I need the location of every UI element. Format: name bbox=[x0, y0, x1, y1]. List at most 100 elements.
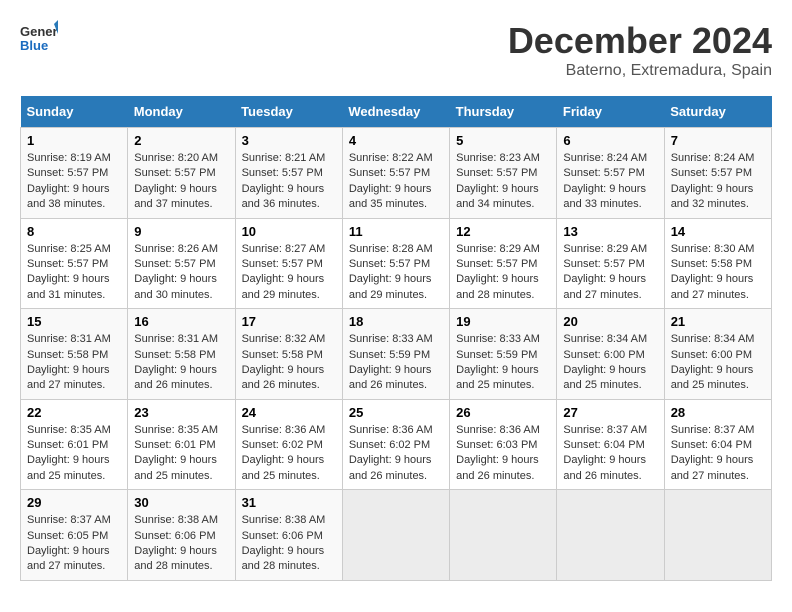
calendar-cell: 22 Sunrise: 8:35 AM Sunset: 6:01 PM Dayl… bbox=[21, 399, 128, 490]
header-row: SundayMondayTuesdayWednesdayThursdayFrid… bbox=[21, 96, 772, 128]
day-info: Sunrise: 8:31 AM Sunset: 5:58 PM Dayligh… bbox=[134, 332, 228, 394]
header-day-monday: Monday bbox=[128, 96, 235, 128]
day-number: 9 bbox=[134, 224, 228, 239]
day-number: 30 bbox=[134, 495, 228, 510]
day-info: Sunrise: 8:35 AM Sunset: 6:01 PM Dayligh… bbox=[134, 423, 228, 485]
calendar-cell: 18 Sunrise: 8:33 AM Sunset: 5:59 PM Dayl… bbox=[342, 309, 449, 400]
day-number: 21 bbox=[671, 314, 765, 329]
day-info: Sunrise: 8:27 AM Sunset: 5:57 PM Dayligh… bbox=[242, 242, 336, 304]
calendar-table: SundayMondayTuesdayWednesdayThursdayFrid… bbox=[20, 96, 772, 581]
calendar-cell: 27 Sunrise: 8:37 AM Sunset: 6:04 PM Dayl… bbox=[557, 399, 664, 490]
calendar-cell: 25 Sunrise: 8:36 AM Sunset: 6:02 PM Dayl… bbox=[342, 399, 449, 490]
logo-svg: General Blue bbox=[20, 20, 58, 58]
day-info: Sunrise: 8:32 AM Sunset: 5:58 PM Dayligh… bbox=[242, 332, 336, 394]
day-info: Sunrise: 8:36 AM Sunset: 6:02 PM Dayligh… bbox=[242, 423, 336, 485]
header-day-friday: Friday bbox=[557, 96, 664, 128]
day-info: Sunrise: 8:37 AM Sunset: 6:05 PM Dayligh… bbox=[27, 513, 121, 575]
calendar-cell: 24 Sunrise: 8:36 AM Sunset: 6:02 PM Dayl… bbox=[235, 399, 342, 490]
calendar-cell: 13 Sunrise: 8:29 AM Sunset: 5:57 PM Dayl… bbox=[557, 218, 664, 309]
day-info: Sunrise: 8:36 AM Sunset: 6:03 PM Dayligh… bbox=[456, 423, 550, 485]
day-number: 20 bbox=[563, 314, 657, 329]
day-number: 18 bbox=[349, 314, 443, 329]
calendar-cell: 16 Sunrise: 8:31 AM Sunset: 5:58 PM Dayl… bbox=[128, 309, 235, 400]
day-info: Sunrise: 8:37 AM Sunset: 6:04 PM Dayligh… bbox=[671, 423, 765, 485]
calendar-cell: 12 Sunrise: 8:29 AM Sunset: 5:57 PM Dayl… bbox=[450, 218, 557, 309]
day-number: 28 bbox=[671, 405, 765, 420]
title-area: December 2024 Baterno, Extremadura, Spai… bbox=[508, 20, 772, 80]
calendar-cell bbox=[450, 490, 557, 581]
day-number: 7 bbox=[671, 133, 765, 148]
svg-text:Blue: Blue bbox=[20, 38, 48, 53]
calendar-cell: 11 Sunrise: 8:28 AM Sunset: 5:57 PM Dayl… bbox=[342, 218, 449, 309]
day-number: 15 bbox=[27, 314, 121, 329]
calendar-cell: 8 Sunrise: 8:25 AM Sunset: 5:57 PM Dayli… bbox=[21, 218, 128, 309]
day-info: Sunrise: 8:21 AM Sunset: 5:57 PM Dayligh… bbox=[242, 151, 336, 213]
header: General Blue December 2024 Baterno, Extr… bbox=[20, 20, 772, 80]
header-day-sunday: Sunday bbox=[21, 96, 128, 128]
logo: General Blue bbox=[20, 20, 58, 58]
week-row-4: 22 Sunrise: 8:35 AM Sunset: 6:01 PM Dayl… bbox=[21, 399, 772, 490]
day-info: Sunrise: 8:30 AM Sunset: 5:58 PM Dayligh… bbox=[671, 242, 765, 304]
calendar-cell: 5 Sunrise: 8:23 AM Sunset: 5:57 PM Dayli… bbox=[450, 128, 557, 219]
calendar-cell: 14 Sunrise: 8:30 AM Sunset: 5:58 PM Dayl… bbox=[664, 218, 771, 309]
calendar-cell: 1 Sunrise: 8:19 AM Sunset: 5:57 PM Dayli… bbox=[21, 128, 128, 219]
header-day-thursday: Thursday bbox=[450, 96, 557, 128]
day-info: Sunrise: 8:19 AM Sunset: 5:57 PM Dayligh… bbox=[27, 151, 121, 213]
calendar-cell: 9 Sunrise: 8:26 AM Sunset: 5:57 PM Dayli… bbox=[128, 218, 235, 309]
header-day-saturday: Saturday bbox=[664, 96, 771, 128]
day-info: Sunrise: 8:34 AM Sunset: 6:00 PM Dayligh… bbox=[671, 332, 765, 394]
day-number: 4 bbox=[349, 133, 443, 148]
week-row-5: 29 Sunrise: 8:37 AM Sunset: 6:05 PM Dayl… bbox=[21, 490, 772, 581]
calendar-cell: 20 Sunrise: 8:34 AM Sunset: 6:00 PM Dayl… bbox=[557, 309, 664, 400]
calendar-cell bbox=[342, 490, 449, 581]
calendar-cell bbox=[557, 490, 664, 581]
calendar-cell: 17 Sunrise: 8:32 AM Sunset: 5:58 PM Dayl… bbox=[235, 309, 342, 400]
day-info: Sunrise: 8:37 AM Sunset: 6:04 PM Dayligh… bbox=[563, 423, 657, 485]
day-info: Sunrise: 8:23 AM Sunset: 5:57 PM Dayligh… bbox=[456, 151, 550, 213]
day-number: 8 bbox=[27, 224, 121, 239]
day-number: 12 bbox=[456, 224, 550, 239]
month-title: December 2024 bbox=[508, 20, 772, 62]
calendar-cell: 26 Sunrise: 8:36 AM Sunset: 6:03 PM Dayl… bbox=[450, 399, 557, 490]
calendar-cell: 2 Sunrise: 8:20 AM Sunset: 5:57 PM Dayli… bbox=[128, 128, 235, 219]
day-info: Sunrise: 8:24 AM Sunset: 5:57 PM Dayligh… bbox=[563, 151, 657, 213]
day-number: 23 bbox=[134, 405, 228, 420]
header-day-tuesday: Tuesday bbox=[235, 96, 342, 128]
calendar-cell: 23 Sunrise: 8:35 AM Sunset: 6:01 PM Dayl… bbox=[128, 399, 235, 490]
day-number: 22 bbox=[27, 405, 121, 420]
day-info: Sunrise: 8:38 AM Sunset: 6:06 PM Dayligh… bbox=[242, 513, 336, 575]
calendar-cell: 3 Sunrise: 8:21 AM Sunset: 5:57 PM Dayli… bbox=[235, 128, 342, 219]
calendar-cell bbox=[664, 490, 771, 581]
day-number: 5 bbox=[456, 133, 550, 148]
calendar-cell: 31 Sunrise: 8:38 AM Sunset: 6:06 PM Dayl… bbox=[235, 490, 342, 581]
day-info: Sunrise: 8:31 AM Sunset: 5:58 PM Dayligh… bbox=[27, 332, 121, 394]
calendar-cell: 28 Sunrise: 8:37 AM Sunset: 6:04 PM Dayl… bbox=[664, 399, 771, 490]
day-number: 16 bbox=[134, 314, 228, 329]
week-row-2: 8 Sunrise: 8:25 AM Sunset: 5:57 PM Dayli… bbox=[21, 218, 772, 309]
calendar-cell: 30 Sunrise: 8:38 AM Sunset: 6:06 PM Dayl… bbox=[128, 490, 235, 581]
day-number: 31 bbox=[242, 495, 336, 510]
day-info: Sunrise: 8:22 AM Sunset: 5:57 PM Dayligh… bbox=[349, 151, 443, 213]
day-number: 11 bbox=[349, 224, 443, 239]
calendar-cell: 7 Sunrise: 8:24 AM Sunset: 5:57 PM Dayli… bbox=[664, 128, 771, 219]
day-info: Sunrise: 8:26 AM Sunset: 5:57 PM Dayligh… bbox=[134, 242, 228, 304]
day-info: Sunrise: 8:38 AM Sunset: 6:06 PM Dayligh… bbox=[134, 513, 228, 575]
calendar-cell: 10 Sunrise: 8:27 AM Sunset: 5:57 PM Dayl… bbox=[235, 218, 342, 309]
day-number: 19 bbox=[456, 314, 550, 329]
day-info: Sunrise: 8:28 AM Sunset: 5:57 PM Dayligh… bbox=[349, 242, 443, 304]
header-day-wednesday: Wednesday bbox=[342, 96, 449, 128]
day-info: Sunrise: 8:34 AM Sunset: 6:00 PM Dayligh… bbox=[563, 332, 657, 394]
day-number: 3 bbox=[242, 133, 336, 148]
day-number: 6 bbox=[563, 133, 657, 148]
day-info: Sunrise: 8:35 AM Sunset: 6:01 PM Dayligh… bbox=[27, 423, 121, 485]
day-number: 14 bbox=[671, 224, 765, 239]
day-number: 17 bbox=[242, 314, 336, 329]
week-row-1: 1 Sunrise: 8:19 AM Sunset: 5:57 PM Dayli… bbox=[21, 128, 772, 219]
day-number: 13 bbox=[563, 224, 657, 239]
day-info: Sunrise: 8:20 AM Sunset: 5:57 PM Dayligh… bbox=[134, 151, 228, 213]
day-info: Sunrise: 8:33 AM Sunset: 5:59 PM Dayligh… bbox=[349, 332, 443, 394]
day-number: 29 bbox=[27, 495, 121, 510]
day-info: Sunrise: 8:29 AM Sunset: 5:57 PM Dayligh… bbox=[563, 242, 657, 304]
day-number: 1 bbox=[27, 133, 121, 148]
calendar-cell: 21 Sunrise: 8:34 AM Sunset: 6:00 PM Dayl… bbox=[664, 309, 771, 400]
